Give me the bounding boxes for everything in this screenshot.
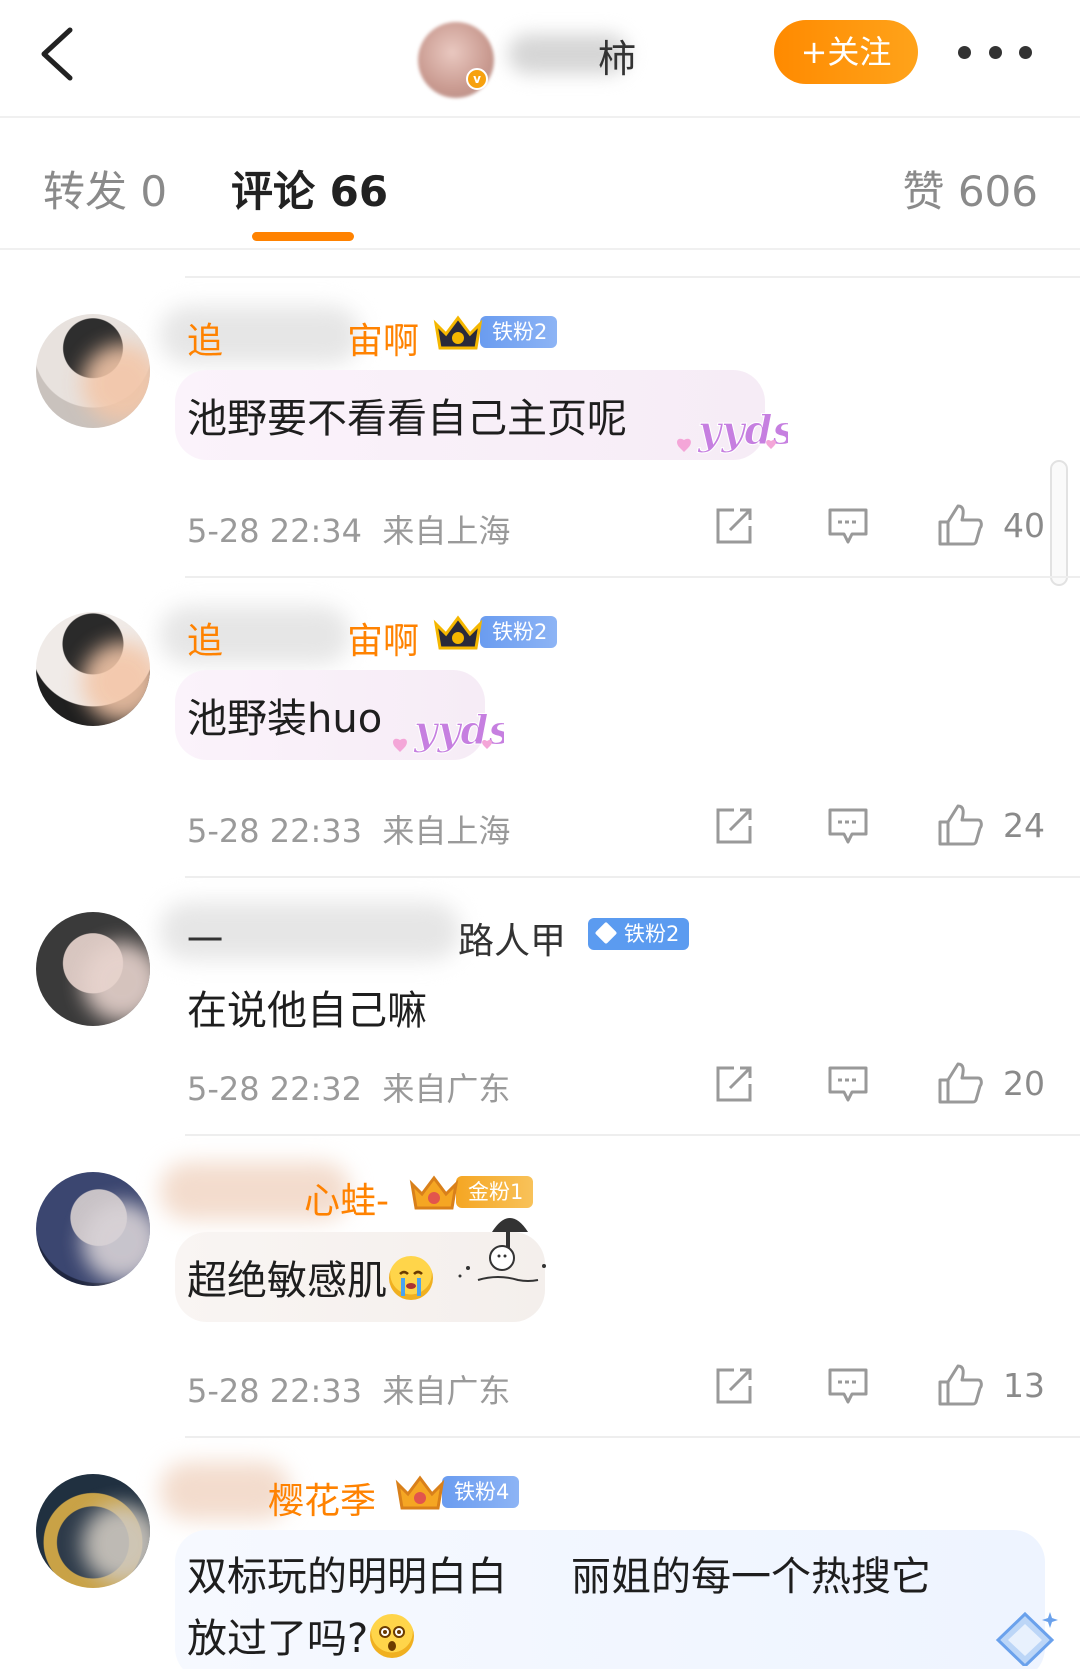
divider bbox=[185, 1134, 1080, 1136]
username-tail[interactable]: 樱花季 bbox=[268, 1472, 376, 1524]
comment-item: 一 路人甲 铁粉2 在说他自己嘛 5-28 22:32 来自广东 20 bbox=[0, 900, 1080, 1140]
more-options-icon[interactable] bbox=[958, 36, 1032, 68]
like-icon[interactable] bbox=[936, 1362, 984, 1408]
username-tail[interactable]: 宙啊 bbox=[347, 312, 419, 364]
fan-badge: 铁粉2 bbox=[588, 916, 690, 952]
verified-icon: v bbox=[466, 68, 488, 90]
tab-comments[interactable]: 评论 66 bbox=[231, 158, 388, 219]
avatar[interactable] bbox=[36, 612, 150, 726]
comment-timestamp: 5-28 22:32 来自广东 bbox=[187, 1070, 511, 1108]
badge-label: 铁粉4 bbox=[442, 1476, 520, 1508]
username[interactable]: 一 bbox=[187, 912, 223, 964]
reply-icon[interactable] bbox=[826, 1064, 870, 1104]
follow-button[interactable]: +关注 bbox=[774, 20, 918, 84]
share-icon[interactable] bbox=[712, 506, 756, 546]
share-icon[interactable] bbox=[712, 1064, 756, 1104]
reply-icon[interactable] bbox=[826, 506, 870, 546]
avatar[interactable] bbox=[36, 314, 150, 428]
username[interactable]: 追 bbox=[187, 312, 223, 364]
tab-likes[interactable]: 赞 606 bbox=[902, 158, 1038, 219]
comment-text: 双标玩的明明白白 丽姐的每一个热搜它 bbox=[187, 1554, 931, 1600]
fan-badge: 铁粉2 bbox=[432, 314, 558, 350]
diamond-sticker bbox=[995, 1611, 1058, 1666]
like-count: 20 bbox=[1003, 1064, 1045, 1103]
comment-text: 池野要不看看自己主页呢 bbox=[187, 396, 627, 442]
username-tail[interactable]: 心蛙- bbox=[304, 1172, 389, 1224]
like-icon[interactable] bbox=[936, 1060, 984, 1106]
crown-icon bbox=[409, 1175, 459, 1210]
comment-item: 追 宙啊 铁粉2 池野装huo yyds 5-28 22:33 来自上海 24 bbox=[0, 600, 1080, 890]
like-count: 13 bbox=[1003, 1366, 1045, 1405]
avatar[interactable] bbox=[36, 1474, 150, 1588]
divider bbox=[185, 576, 1080, 578]
like-count: 40 bbox=[1003, 506, 1045, 545]
username-tail[interactable]: 路人甲 bbox=[458, 912, 566, 964]
comment-text-line2: 放过了吗? bbox=[187, 1606, 415, 1664]
flushed-emoji-icon bbox=[370, 1614, 415, 1658]
crown-icon bbox=[433, 615, 483, 650]
yyds-sticker: yyds bbox=[393, 707, 504, 755]
like-icon[interactable] bbox=[936, 502, 984, 548]
badge-label: 铁粉2 bbox=[480, 316, 558, 348]
username-tail[interactable]: 宙啊 bbox=[347, 612, 419, 664]
like-count: 24 bbox=[1003, 806, 1045, 845]
share-icon[interactable] bbox=[712, 806, 756, 846]
share-icon[interactable] bbox=[712, 1366, 756, 1406]
divider bbox=[185, 876, 1080, 878]
mushroom-sticker bbox=[458, 1218, 546, 1282]
comment-item: 追 宙啊 铁粉2 池野要不看看自己主页呢 yyds 5-28 22:34 来自上… bbox=[0, 300, 1080, 590]
active-tab-indicator bbox=[252, 232, 354, 241]
comment-text: 超绝敏感肌 bbox=[187, 1248, 433, 1306]
comment-text: 池野装huo bbox=[187, 696, 383, 742]
avatar[interactable] bbox=[36, 912, 150, 1026]
comment-timestamp: 5-28 22:34 来自上海 bbox=[187, 512, 511, 550]
comment-timestamp: 5-28 22:33 来自上海 bbox=[187, 812, 511, 850]
badge-label: 铁粉2 bbox=[480, 616, 558, 648]
avatar[interactable] bbox=[36, 1172, 150, 1286]
tab-reposts[interactable]: 转发 0 bbox=[43, 158, 167, 219]
comment-text: 在说他自己嘛 bbox=[187, 988, 427, 1034]
top-bar: v 柿 +关注 bbox=[0, 0, 1080, 118]
back-icon[interactable] bbox=[36, 22, 96, 86]
username[interactable]: 追 bbox=[187, 612, 223, 664]
reply-icon[interactable] bbox=[826, 1366, 870, 1406]
comment-item: 心蛙- 金粉1 超绝敏感肌 5-28 22:33 来自广东 13 bbox=[0, 1160, 1080, 1430]
like-icon[interactable] bbox=[936, 802, 984, 848]
tab-bar: 转发 0 评论 66 赞 606 bbox=[0, 120, 1080, 250]
divider bbox=[185, 1436, 1080, 1438]
svg-text:yyds: yyds bbox=[697, 407, 788, 454]
divider bbox=[185, 276, 1080, 278]
fan-badge: 铁粉4 bbox=[394, 1474, 520, 1510]
svg-text:yyds: yyds bbox=[413, 707, 504, 754]
reply-icon[interactable] bbox=[826, 806, 870, 846]
fan-badge: 铁粉2 bbox=[432, 614, 558, 650]
badge-label: 铁粉2 bbox=[588, 918, 690, 950]
comment-item: 樱花季 铁粉4 双标玩的明明白白 丽姐的每一个热搜它 放过了吗? bbox=[0, 1460, 1080, 1669]
yyds-sticker: yyds bbox=[677, 407, 788, 455]
crown-icon bbox=[433, 315, 483, 350]
author-name[interactable]: 柿 bbox=[598, 28, 636, 83]
crying-emoji-icon bbox=[389, 1256, 433, 1300]
comment-timestamp: 5-28 22:33 来自广东 bbox=[187, 1372, 511, 1410]
crown-icon bbox=[395, 1475, 445, 1510]
